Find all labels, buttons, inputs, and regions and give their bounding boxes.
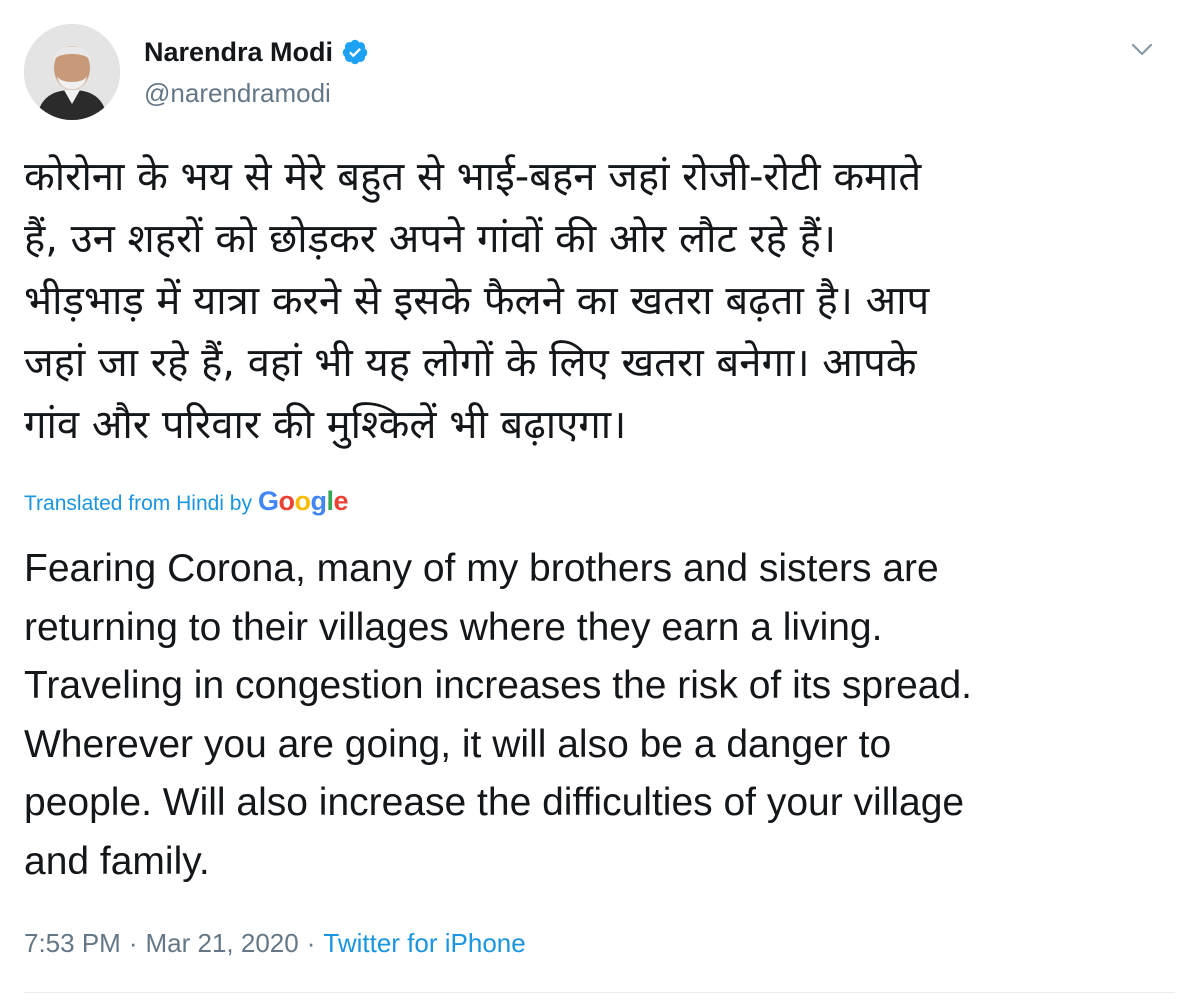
english-line: returning to their villages where they e… (24, 605, 883, 649)
divider (24, 992, 1175, 993)
author-name-row[interactable]: Narendra Modi (144, 36, 369, 68)
hindi-line: भीड़भाड़ में यात्रा करने से इसके फैलने क… (24, 278, 930, 324)
hindi-line: कोरोना के भय से मेरे बहुत से भाई-बहन जहा… (24, 154, 922, 200)
tweet-card: Narendra Modi @narendramodi कोरोना के भय… (0, 0, 1199, 1001)
chevron-down-icon (1131, 43, 1153, 56)
google-logo-letter: g (310, 486, 328, 516)
avatar-image (24, 24, 120, 120)
tweet-date[interactable]: Mar 21, 2020 (146, 928, 299, 959)
google-logo: Google (257, 486, 349, 517)
english-line: people. Will also increase the difficult… (24, 781, 965, 824)
tweet-menu-button[interactable] (1126, 34, 1158, 66)
author-handle[interactable]: @narendramodi (144, 78, 331, 108)
hindi-line: जहां जा रहे हैं, वहां भी यह लोगों के लिए… (24, 340, 917, 386)
tweet-text-english: Fearing Corona, many of my brothers and … (24, 540, 1174, 891)
meta-separator: · (128, 928, 138, 958)
tweet-text-hindi: कोरोना के भय से मेरे बहुत से भाई-बहन जहा… (24, 146, 1164, 456)
translation-attribution[interactable]: Translated from Hindi by Google (24, 486, 349, 517)
english-line: Fearing Corona, many of my brothers and … (24, 547, 939, 590)
translation-label[interactable]: Translated from Hindi by (24, 492, 252, 516)
google-logo-letter: l (326, 486, 335, 516)
hindi-line: गांव और परिवार की मुश्किलें भी बढ़ाएगा। (24, 402, 627, 448)
avatar[interactable] (24, 24, 120, 120)
english-line: Wherever you are going, it will also be … (24, 722, 892, 766)
google-logo-letter: e (333, 486, 349, 516)
google-logo-letter: o (294, 486, 312, 516)
google-logo-letter: o (278, 486, 296, 516)
english-line: Traveling in congestion increases the ri… (24, 664, 973, 707)
tweet-source-link[interactable]: Twitter for iPhone (323, 928, 525, 959)
tweet-metadata: 7:53 PM · Mar 21, 2020 · Twitter for iPh… (24, 928, 526, 959)
hindi-line: हैं, उन शहरों को छोड़कर अपने गांवों की ओ… (24, 216, 837, 262)
english-line: and family. (24, 839, 210, 883)
verified-badge-icon (341, 38, 369, 66)
tweet-time[interactable]: 7:53 PM (24, 928, 121, 959)
google-logo-letter: G (257, 486, 279, 516)
meta-separator: · (306, 928, 316, 958)
author-display-name[interactable]: Narendra Modi (144, 36, 333, 68)
